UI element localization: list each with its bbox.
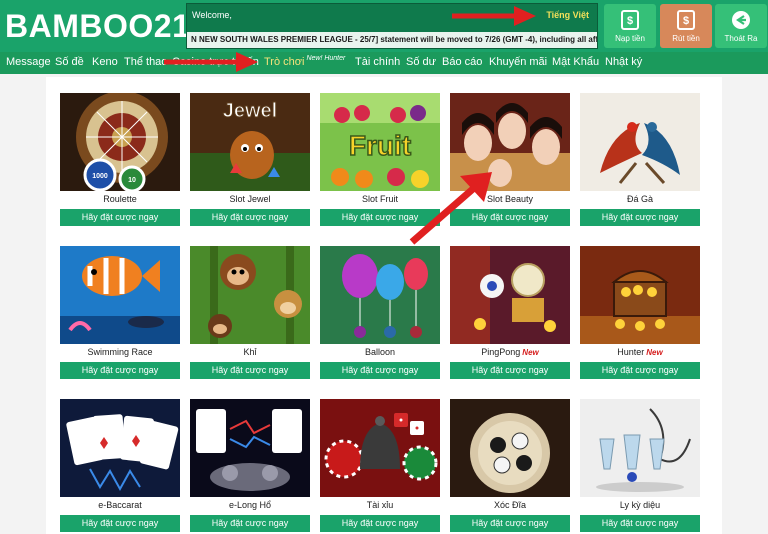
- ly-ky-dieu-thumbnail: [580, 399, 700, 497]
- bet-now-button[interactable]: Hãy đặt cược ngay: [580, 209, 700, 226]
- game-name: PingPong New: [450, 347, 570, 357]
- game-name: Swimming Race: [87, 347, 153, 357]
- bet-now-button[interactable]: Hãy đặt cược ngay: [190, 362, 310, 379]
- arrow-to-games-tab: [164, 52, 258, 72]
- e-baccarat-thumbnail: [60, 399, 180, 497]
- nav-tro-choi-label: Trò chơi: [264, 56, 305, 68]
- nav-bao-cao[interactable]: Báo cáo: [442, 56, 482, 68]
- slot-jewel-thumbnail: Jewel: [190, 93, 310, 191]
- game-name: Balloon: [364, 347, 396, 357]
- bet-now-button[interactable]: Hãy đặt cược ngay: [60, 209, 180, 226]
- welcome-text: Welcome,: [192, 10, 232, 20]
- games-panel: 1000 10 Roulette Hãy đặt cược ngay Jewel: [46, 77, 722, 534]
- cash-icon: $: [677, 10, 695, 30]
- game-name: Xóc Đĩa: [493, 500, 526, 510]
- chip-value-1000: 1000: [92, 173, 108, 180]
- nav-message[interactable]: Message: [6, 56, 51, 68]
- svg-text:$: $: [683, 15, 689, 27]
- bet-now-button[interactable]: Hãy đặt cược ngay: [580, 362, 700, 379]
- jewel-logo-text: Jewel: [223, 100, 277, 122]
- hunter-thumbnail: [580, 246, 700, 344]
- nav-so-de[interactable]: Số đề: [55, 56, 84, 68]
- game-card-e-long-ho[interactable]: e-Long Hổ Hãy đặt cược ngay: [190, 399, 310, 533]
- new-badge: New: [522, 348, 539, 357]
- game-card-khi[interactable]: Khỉ Hãy đặt cược ngay: [190, 246, 310, 380]
- logout-icon: [732, 11, 750, 29]
- da-ga-thumbnail: [580, 93, 700, 191]
- arrow-to-slot-beauty: [409, 172, 492, 245]
- nav-tai-chinh[interactable]: Tài chính: [355, 56, 400, 68]
- bet-now-button[interactable]: Hãy đặt cược ngay: [190, 515, 310, 532]
- chip-value-10: 10: [128, 177, 136, 184]
- arrow-to-language: [452, 6, 536, 26]
- game-name: Slot Jewel: [229, 194, 271, 204]
- withdraw-button[interactable]: $ Rút tiền: [660, 4, 712, 48]
- nav-keno[interactable]: Keno: [92, 56, 118, 68]
- game-name: Hunter New: [580, 347, 700, 357]
- bet-now-button[interactable]: Hãy đặt cược ngay: [60, 515, 180, 532]
- main-nav: Message Số đề Keno Thể thao Casino trực …: [0, 52, 768, 74]
- game-card-ly-ky-dieu[interactable]: Ly kỳ diệu Hãy đặt cược ngay: [580, 399, 700, 533]
- game-name: Khỉ: [243, 347, 257, 357]
- game-card-pingpong[interactable]: PingPong New Hãy đặt cược ngay: [450, 246, 570, 380]
- game-name-text: PingPong: [481, 347, 521, 357]
- game-card-tai-xiu[interactable]: Tài xỉu Hãy đặt cược ngay: [320, 399, 440, 533]
- game-card-balloon[interactable]: Balloon Hãy đặt cược ngay: [320, 246, 440, 380]
- bet-now-button[interactable]: Hãy đặt cược ngay: [580, 515, 700, 532]
- bet-now-button[interactable]: Hãy đặt cược ngay: [320, 515, 440, 532]
- xoc-dia-thumbnail: [450, 399, 570, 497]
- deposit-button[interactable]: $ Nạp tiền: [604, 4, 656, 48]
- game-card-swimming-race[interactable]: Swimming Race Hãy đặt cược ngay: [60, 246, 180, 380]
- roulette-thumbnail: 1000 10: [60, 93, 180, 191]
- nav-mat-khau[interactable]: Mật Khẩu: [552, 56, 599, 68]
- game-card-slot-jewel[interactable]: Jewel Slot Jewel Hãy đặt cược ngay: [190, 93, 310, 227]
- nav-tro-choi[interactable]: Trò chơi New! Hunter: [264, 55, 346, 68]
- nav-new-badge: New! Hunter: [306, 55, 346, 62]
- bet-now-button[interactable]: Hãy đặt cược ngay: [450, 362, 570, 379]
- pingpong-thumbnail: [450, 246, 570, 344]
- game-name: Đá Gà: [626, 194, 653, 204]
- swimming-race-thumbnail: [60, 246, 180, 344]
- header: BAMBOO21 Welcome, Tiếng Việt N NEW SOUTH…: [0, 0, 768, 52]
- news-ticker: N NEW SOUTH WALES PREMIER LEAGUE - 25/7]…: [187, 32, 597, 48]
- logout-button[interactable]: Thoát Ra: [715, 4, 767, 48]
- app-window: BAMBOO21 Welcome, Tiếng Việt N NEW SOUTH…: [0, 0, 768, 534]
- nav-khuyen-mai[interactable]: Khuyến mãi: [489, 56, 547, 68]
- game-card-da-ga[interactable]: Đá Gà Hãy đặt cược ngay: [580, 93, 700, 227]
- game-card-e-baccarat[interactable]: e-Baccarat Hãy đặt cược ngay: [60, 399, 180, 533]
- bet-now-button[interactable]: Hãy đặt cược ngay: [190, 209, 310, 226]
- nav-nhat-ky[interactable]: Nhật ký: [605, 56, 642, 68]
- game-name: Roulette: [103, 194, 137, 204]
- bet-now-button[interactable]: Hãy đặt cược ngay: [320, 362, 440, 379]
- game-name: Ly kỳ diệu: [619, 500, 661, 510]
- game-name-text: Hunter: [617, 347, 645, 357]
- bet-now-button[interactable]: Hãy đặt cược ngay: [450, 515, 570, 532]
- game-card-hunter[interactable]: Hunter New Hãy đặt cược ngay: [580, 246, 700, 380]
- deposit-label: Nạp tiền: [615, 34, 645, 43]
- new-badge: New: [646, 348, 663, 357]
- game-name: e-Baccarat: [98, 500, 142, 510]
- game-card-xoc-dia[interactable]: Xóc Đĩa Hãy đặt cược ngay: [450, 399, 570, 533]
- logout-label: Thoát Ra: [724, 34, 758, 43]
- nav-so-du[interactable]: Số dư: [406, 56, 436, 68]
- game-name: Tài xỉu: [366, 500, 394, 510]
- ticker-text: N NEW SOUTH WALES PREMIER LEAGUE - 25/7]…: [191, 35, 597, 44]
- wallet-icon: $: [621, 10, 639, 30]
- svg-text:$: $: [627, 15, 633, 27]
- khi-thumbnail: [190, 246, 310, 344]
- bet-now-button[interactable]: Hãy đặt cược ngay: [60, 362, 180, 379]
- site-logo[interactable]: BAMBOO21: [5, 6, 190, 46]
- game-card-roulette[interactable]: 1000 10 Roulette Hãy đặt cược ngay: [60, 93, 180, 227]
- language-link[interactable]: Tiếng Việt: [546, 10, 589, 20]
- e-long-ho-thumbnail: [190, 399, 310, 497]
- withdraw-label: Rút tiền: [672, 34, 700, 43]
- tai-xiu-thumbnail: [320, 399, 440, 497]
- fruit-logo-text: Fruit: [349, 130, 411, 161]
- game-name: e-Long Hổ: [228, 500, 272, 510]
- balloon-thumbnail: [320, 246, 440, 344]
